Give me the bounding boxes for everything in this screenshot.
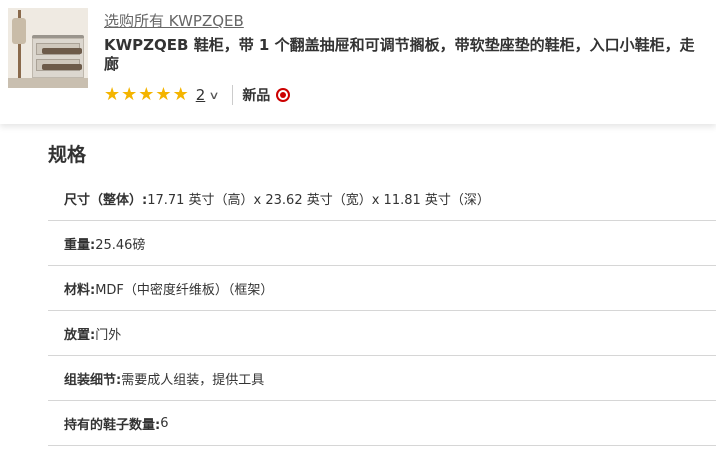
spec-key: 放置:	[64, 327, 96, 343]
spec-value: 25.46磅	[95, 237, 146, 253]
spec-value: 17.71 英寸（高）x 23.62 英寸（宽）x 11.81 英寸（深）	[147, 192, 490, 208]
spec-key: 尺寸（整体）:	[64, 192, 148, 208]
product-header: 选购所有 KWPZQEB KWPZQEB 鞋柜，带 1 个翻盖抽屉和可调节搁板，…	[0, 0, 716, 124]
spec-row-placement: 放置: 门外	[48, 311, 716, 356]
star-icon: ★	[104, 84, 121, 105]
product-title-line2: 廊	[104, 55, 120, 73]
spec-value: MDF（中密度纤维板）（框架）	[95, 282, 274, 298]
specifications-section: 规格 尺寸（整体）: 17.71 英寸（高）x 23.62 英寸（宽）x 11.…	[0, 124, 716, 456]
spec-row-assembly: 组装细节: 需要成人组装，提供工具	[48, 356, 716, 401]
star-icon: ★	[138, 84, 155, 105]
review-count-link[interactable]: 2	[196, 86, 206, 104]
product-title-line1: KWPZQEB 鞋柜，带 1 个翻盖抽屉和可调节搁板，带软垫座垫的鞋柜，入口小鞋…	[104, 36, 695, 54]
spec-value: 6	[160, 415, 169, 431]
spec-row-shoe-capacity: 持有的鞋子数量: 6	[48, 401, 716, 446]
spec-key: 材料:	[64, 282, 96, 298]
star-icon: ★	[121, 84, 138, 105]
spec-key: 组装细节:	[64, 372, 122, 388]
star-icon: ★	[172, 84, 189, 105]
spec-value: 门外	[95, 327, 122, 343]
specifications-title: 规格	[48, 144, 87, 166]
shop-all-brand-link[interactable]: 选购所有 KWPZQEB	[104, 10, 244, 31]
chevron-down-icon[interactable]: ∨	[209, 89, 220, 102]
spec-list: 尺寸（整体）: 17.71 英寸（高）x 23.62 英寸（宽）x 11.81 …	[48, 176, 716, 446]
product-thumbnail[interactable]	[8, 8, 88, 88]
target-bullseye-icon	[276, 88, 291, 102]
spec-key: 重量:	[64, 237, 96, 253]
rating-stars[interactable]: ★ ★ ★ ★ ★	[104, 86, 190, 104]
spec-row-weight: 重量: 25.46磅	[48, 221, 716, 266]
new-badge: 新品	[242, 88, 271, 104]
product-title: KWPZQEB 鞋柜，带 1 个翻盖抽屉和可调节搁板，带软垫座垫的鞋柜，入口小鞋…	[104, 36, 716, 74]
spec-row-dimensions: 尺寸（整体）: 17.71 英寸（高）x 23.62 英寸（宽）x 11.81 …	[48, 176, 716, 221]
spec-value: 需要成人组装，提供工具	[121, 372, 265, 388]
spec-key: 持有的鞋子数量:	[64, 417, 161, 433]
divider	[232, 85, 234, 105]
rating-bar: ★ ★ ★ ★ ★ 2 ∨ 新品	[104, 84, 291, 106]
spec-row-material: 材料: MDF（中密度纤维板）（框架）	[48, 266, 716, 311]
star-icon: ★	[155, 84, 172, 105]
